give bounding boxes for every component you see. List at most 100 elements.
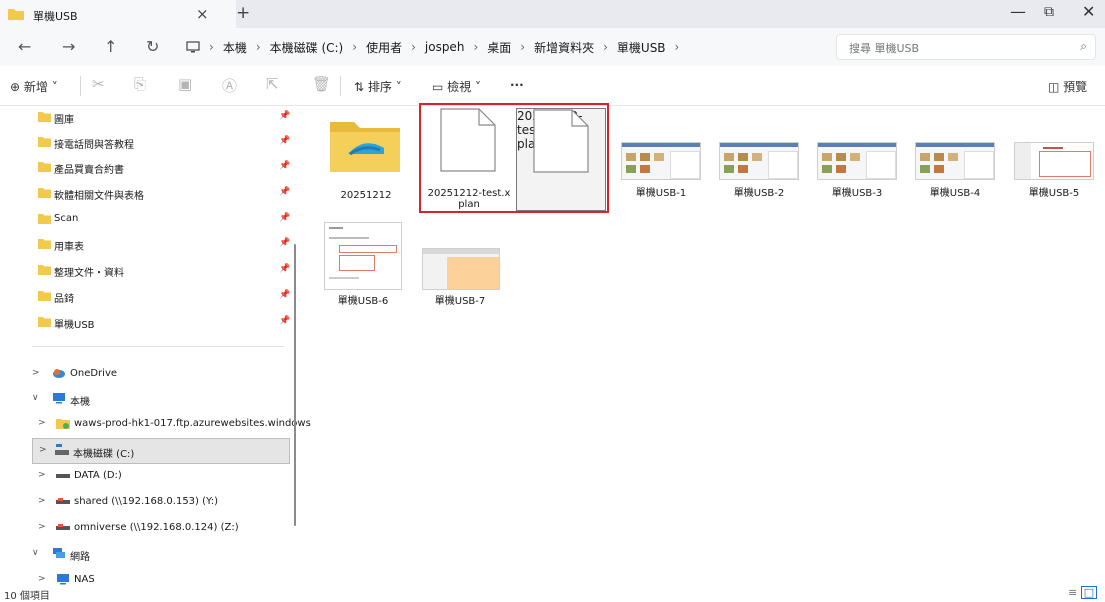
image-thumbnail [719, 142, 799, 180]
image-thumbnail [915, 142, 995, 180]
address-bar: ← → ↑ ↻ › 本機 › 本機磁碟 (C:) › 使用者 › jospeh › 桌面… [0, 28, 1105, 66]
new-tab-button[interactable]: + [236, 3, 250, 23]
tree-label: NAS [74, 574, 95, 585]
onedrive-icon [53, 369, 65, 378]
quick-access-item[interactable]: 用車表 📌 [38, 233, 291, 257]
file-item-image[interactable]: 單機USB-1 [616, 136, 706, 202]
expand-chevron-icon[interactable]: > [38, 574, 46, 584]
details-view-icon[interactable]: ≡ [1068, 586, 1077, 599]
rename-icon[interactable]: Ⓐ [222, 75, 237, 96]
tree-item-ftp[interactable]: > waws-prod-hk1-017.ftp.azurewebsites.wi… [0, 412, 311, 438]
large-icons-view-icon[interactable]: □ [1080, 586, 1098, 599]
tab-current[interactable]: 單機USB × [0, 0, 236, 28]
breadcrumb-item[interactable]: 使用者 [366, 39, 402, 56]
tree-item-network[interactable]: ∨ 網路 [0, 542, 290, 568]
paste-icon[interactable]: ▣ [178, 75, 192, 93]
tree-label: omniverse (\\192.168.0.124) (Z:) [74, 522, 239, 533]
file-item-image[interactable]: 單機USB-3 [812, 136, 902, 202]
quick-access-label: 圖庫 [54, 115, 74, 126]
sort-icon: ⇅ [354, 80, 365, 94]
forward-button[interactable]: → [62, 37, 75, 56]
breadcrumb-item[interactable]: jospeh [425, 40, 465, 54]
file-item-xplan-info[interactable]: 20251212-test.x plan.info [516, 108, 606, 211]
image-thumbnail [1014, 142, 1094, 180]
tree-item-this-pc[interactable]: ∨ 本機 [0, 387, 290, 413]
file-name: 單機USB-4 [929, 188, 981, 199]
refresh-button[interactable]: ↻ [146, 37, 159, 56]
quick-access-item[interactable]: 軟體相關文件與表格 📌 [38, 182, 290, 206]
quick-access-item[interactable]: 整理文件・資料 📌 [38, 259, 291, 283]
file-item-image[interactable]: 單機USB-4 [910, 136, 1000, 202]
copy-icon[interactable]: ⎘ [134, 75, 146, 93]
quick-access-item[interactable]: 單機USB 📌 [38, 311, 290, 335]
expand-chevron-icon[interactable]: > [32, 368, 40, 378]
file-item-image[interactable]: 單機USB-2 [714, 136, 804, 202]
expand-chevron-icon[interactable]: > [38, 470, 46, 480]
quick-access-item[interactable]: Scan 📌 [38, 208, 290, 232]
file-item-image[interactable]: 單機USB-7 [414, 240, 506, 312]
sidebar-scrollbar[interactable] [294, 244, 296, 526]
breadcrumb-item[interactable]: 新增資料夾 [534, 39, 594, 56]
expand-chevron-icon[interactable]: > [39, 445, 47, 455]
search-input[interactable]: 搜尋 單機USB ⌕ [836, 34, 1096, 60]
pin-icon: 📌 [279, 238, 291, 248]
share-icon[interactable]: ⇱ [266, 75, 279, 93]
tree-label: shared (\\192.168.0.153) (Y:) [74, 496, 219, 507]
more-button[interactable]: ··· [510, 78, 524, 92]
up-button[interactable]: ↑ [104, 37, 117, 56]
view-icon: ▭ [432, 80, 444, 94]
sort-button[interactable]: ⇅ 排序 ˅ [354, 78, 402, 95]
tree-label: OneDrive [70, 368, 118, 379]
file-item-image[interactable]: 單機USB-6 [318, 222, 408, 312]
image-thumbnail [817, 142, 897, 180]
collapse-chevron-icon[interactable]: ∨ [32, 548, 39, 558]
quick-access-item[interactable]: 產品買賣合約書 📌 [38, 156, 290, 180]
tree-item-onedrive[interactable]: > OneDrive [0, 362, 290, 388]
maximize-button[interactable]: ⧉ [1044, 4, 1054, 20]
quick-access-item[interactable]: 圖庫 📌 [38, 106, 290, 130]
pin-icon: 📌 [279, 264, 291, 274]
tree-item-drive-d[interactable]: > DATA (D:) [0, 464, 290, 490]
tab-close-button[interactable]: × [196, 5, 209, 23]
expand-chevron-icon[interactable]: > [38, 522, 46, 532]
tree-label: waws-prod-hk1-017.ftp.azurewebsites.wind… [74, 418, 311, 429]
preview-button[interactable]: ◫ 預覽 [1048, 78, 1087, 95]
tree-label: 本機 [70, 397, 90, 408]
folder-icon [8, 9, 24, 20]
cut-icon[interactable]: ✂ [92, 75, 105, 93]
collapse-chevron-icon[interactable]: ∨ [32, 393, 39, 403]
tree-item-drive-c[interactable]: > 本機磁碟 (C:) [32, 438, 290, 464]
preview-label: 預覽 [1063, 80, 1088, 94]
breadcrumb-item[interactable]: 本機 [223, 39, 247, 56]
breadcrumb[interactable]: › 本機 › 本機磁碟 (C:) › 使用者 › jospeh › 桌面 › 新增資料夾 ›… [186, 34, 826, 60]
view-button[interactable]: ▭ 檢視 ˅ [432, 78, 481, 95]
tree-item-shared[interactable]: > shared (\\192.168.0.153) (Y:) [0, 490, 290, 516]
pin-icon: 📌 [279, 136, 291, 146]
quick-access-item[interactable]: 品錡 📌 [38, 285, 290, 309]
folder-icon [38, 214, 51, 224]
delete-icon[interactable]: 🗑 [312, 75, 331, 93]
network-drive-icon [56, 498, 70, 504]
breadcrumb-item[interactable]: 單機USB [617, 39, 666, 56]
breadcrumb-item[interactable]: 桌面 [487, 39, 511, 56]
network-icon [53, 548, 65, 558]
expand-chevron-icon[interactable]: > [38, 496, 46, 506]
quick-access-label: 品錡 [54, 294, 74, 305]
divider [340, 76, 341, 96]
file-item-image[interactable]: 單機USB-5 [1008, 136, 1100, 202]
tree-item-omniverse[interactable]: > omniverse (\\192.168.0.124) (Z:) [0, 516, 290, 542]
file-item-folder[interactable]: 20251212 [318, 112, 414, 202]
close-window-button[interactable]: ✕ [1082, 2, 1095, 21]
new-button[interactable]: ⊕ 新增 ˅ [10, 78, 58, 95]
quick-access-label: 用車表 [54, 242, 84, 253]
breadcrumb-item[interactable]: 本機磁碟 (C:) [270, 39, 344, 56]
quick-access-item[interactable]: 接電話問與答教程 📌 [38, 131, 291, 155]
file-item-xplan[interactable]: 20251212-test.x plan [424, 108, 514, 210]
tab-title: 單機USB [33, 10, 78, 23]
ftp-folder-icon [56, 419, 70, 429]
minimize-button[interactable]: — [1010, 2, 1026, 21]
back-button[interactable]: ← [18, 37, 31, 56]
quick-access-label: Scan [54, 213, 79, 224]
preview-pane-icon: ◫ [1048, 80, 1060, 94]
expand-chevron-icon[interactable]: > [38, 418, 46, 428]
